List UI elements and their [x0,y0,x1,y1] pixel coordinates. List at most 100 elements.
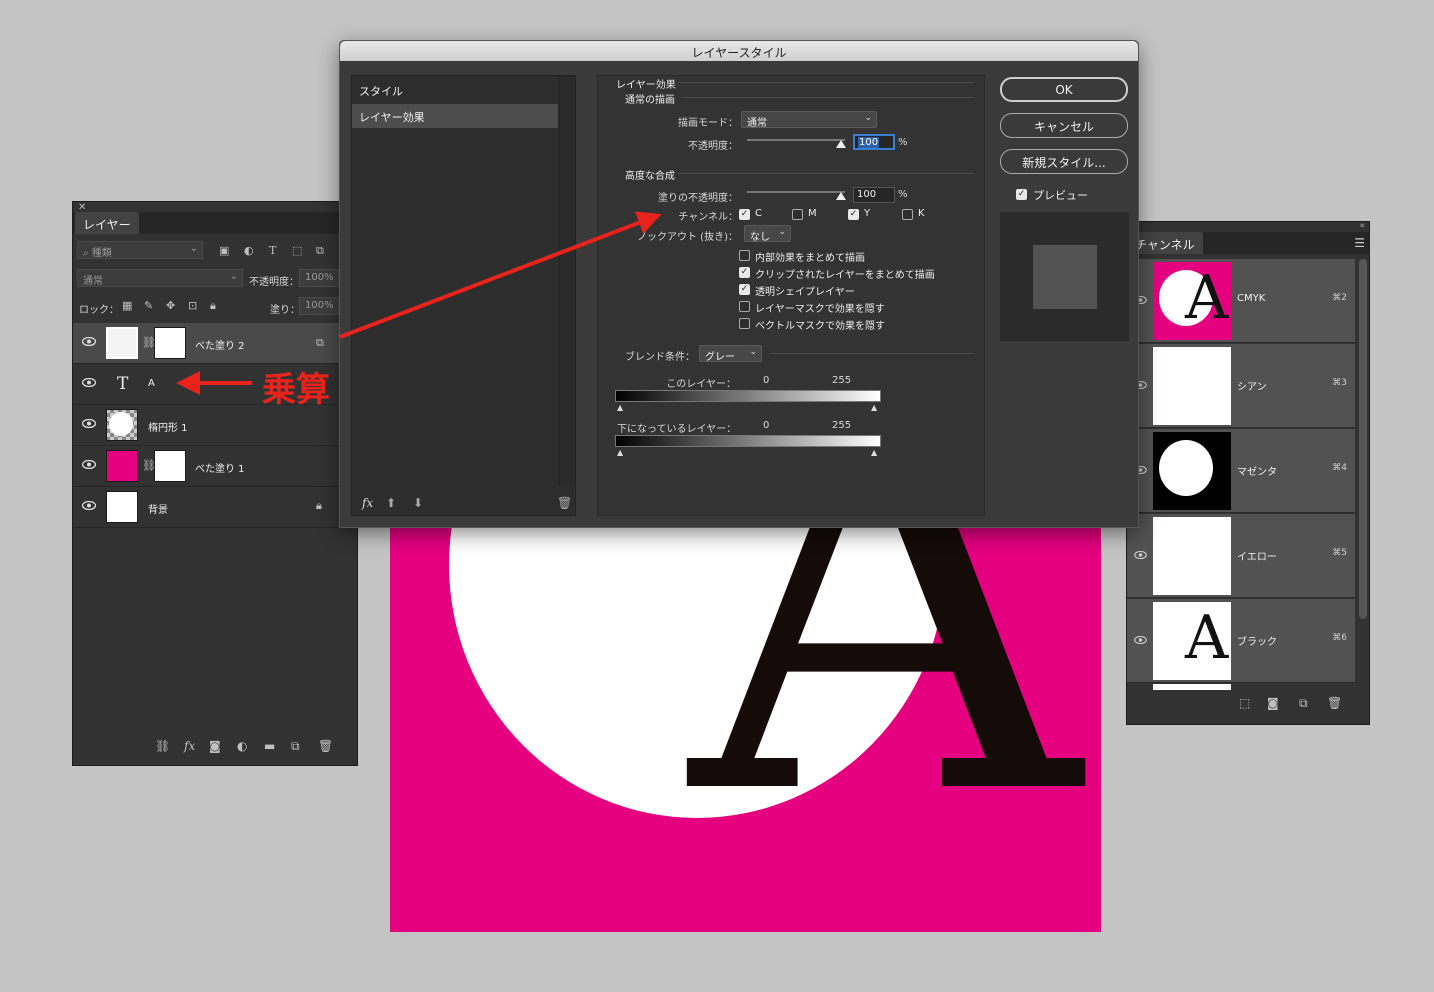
normal-group-title: 通常の描画 [625,95,675,106]
option-checkbox[interactable]: ✓ [739,267,750,278]
trash-icon[interactable]: 🗑︎ [1327,696,1342,710]
eye-icon[interactable] [82,337,96,346]
new-style-button[interactable]: 新規スタイル... [1000,149,1128,174]
layer-row[interactable]: 背景 🔒︎ [73,487,357,528]
background-thumbnail [106,491,138,523]
link-layers-icon[interactable]: ⛓︎ [155,739,170,753]
chevron-down-icon: ⌄ [778,227,786,237]
layer-name[interactable]: べた塗り 1 [195,460,245,475]
option-checkbox[interactable]: ✓ [739,284,750,295]
new-layer-icon[interactable]: ⧉ [291,739,300,754]
channel-k-checkbox[interactable] [902,209,913,220]
opacity-field[interactable]: 100% [299,269,339,287]
channel-row[interactable]: イエロー ⌘5 [1127,514,1355,598]
filter-kind-select[interactable]: ⌕ 種類 ⌄ [77,241,203,259]
trash-icon[interactable]: 🗑︎ [557,496,572,510]
advanced-group-title: 高度な合成 [625,171,675,182]
thumb-letter: A [1185,263,1229,333]
channel-c-checkbox[interactable]: ✓ [739,209,750,220]
blend-mode-select[interactable]: 通常 ⌄ [77,269,243,287]
option-checkbox[interactable] [739,301,750,312]
lock-position-icon[interactable]: ✥ [166,299,175,312]
fill-field[interactable]: 100% [299,297,339,315]
arrow-down-icon[interactable]: ⬇ [413,496,423,510]
trash-icon[interactable]: 🗑︎ [318,739,333,753]
opacity-slider-knob[interactable] [836,140,846,148]
style-list-header[interactable]: スタイル [352,78,558,102]
channel-row[interactable]: A CMYK ⌘2 [1127,259,1355,343]
shape-filter-icon[interactable]: ⬚ [292,244,302,257]
fx-icon[interactable]: fx [362,496,373,510]
canvas-document[interactable]: A [390,505,1101,932]
eye-icon[interactable] [82,460,96,469]
preview-checkbox[interactable]: ✓ [1016,189,1027,200]
opacity-slider[interactable] [747,139,845,141]
blend-if-label: ブレンド条件： [625,352,695,363]
layer-row[interactable]: 楕円形 1 [73,405,357,446]
new-channel-icon[interactable]: ⧉ [1299,696,1308,711]
divider [678,173,974,174]
annotation-label: 乗算 [262,370,330,410]
layer-mask-thumbnail[interactable] [154,450,186,482]
eye-icon[interactable] [1134,551,1147,559]
chevron-down-icon: ⌄ [864,113,872,123]
fx-icon[interactable]: fx [184,739,195,753]
tab-layers[interactable]: レイヤー [75,212,139,234]
smart-object-filter-icon[interactable]: ⧉ [316,244,324,258]
add-mask-icon[interactable]: ◙ [209,739,221,753]
layer-name[interactable]: A [148,378,155,389]
eye-icon[interactable] [82,378,96,387]
fill-opacity-slider[interactable] [747,191,845,193]
fill-opacity-input[interactable]: 100 [853,187,895,203]
percent-label: % [898,137,908,148]
opacity-input[interactable]: 100 [853,134,895,150]
channel-thumbnail: A [1153,262,1231,340]
adjustment-filter-icon[interactable]: ◐ [244,244,254,257]
image-filter-icon[interactable]: ▣ [219,244,229,257]
load-selection-icon[interactable]: ⬚ [1239,696,1250,710]
blend-mode-select[interactable]: 通常 ⌄ [741,111,877,129]
thumb-circle [1159,440,1213,496]
knockout-select[interactable]: なし ⌄ [744,225,791,243]
adjustment-layer-icon[interactable]: ◐ [237,739,247,753]
eye-icon[interactable] [82,501,96,510]
collapse-icon[interactable]: « [1359,221,1365,231]
option-checkbox[interactable] [739,318,750,329]
underlying-black-slider[interactable]: ▲ [617,449,625,457]
lock-all-icon[interactable]: 🔒︎ [210,299,216,313]
channel-y-checkbox[interactable]: ✓ [848,209,859,220]
style-list-scrollbar[interactable] [559,76,575,485]
lock-artboard-icon[interactable]: ⊡ [188,299,197,312]
lock-transparency-icon[interactable]: ▦ [122,299,132,312]
channel-name: シアン [1237,382,1267,393]
scrollbar[interactable] [1359,259,1367,619]
eye-icon[interactable] [82,419,96,428]
channel-row[interactable]: シアン ⌘3 [1127,344,1355,428]
option-checkbox[interactable] [739,250,750,261]
layer-row[interactable]: ⛓︎ べた塗り 1 [73,446,357,487]
this-layer-white-slider[interactable]: ▲ [871,404,879,412]
fill-opacity-slider-knob[interactable] [836,192,846,200]
layer-name[interactable]: 背景 [148,501,168,516]
channel-row[interactable]: A ブラック ⌘6 [1127,599,1355,683]
this-layer-black-slider[interactable]: ▲ [617,404,625,412]
lock-image-icon[interactable]: ✎ [144,299,153,312]
type-filter-icon[interactable]: T [269,244,276,257]
arrow-up-icon[interactable]: ⬆ [386,496,396,510]
eye-icon[interactable] [1134,636,1147,644]
layer-row[interactable]: ⛓︎ べた塗り 2 ⧉ [73,323,357,364]
panel-menu-icon[interactable]: ☰ [1354,236,1365,250]
cancel-button[interactable]: キャンセル [1000,113,1128,138]
layer-name[interactable]: 楕円形 1 [148,419,188,434]
save-selection-icon[interactable]: ◙ [1267,696,1279,710]
folder-icon[interactable]: ▬ [264,739,275,753]
channel-row[interactable]: マゼンタ ⌘4 [1127,429,1355,513]
layer-name[interactable]: べた塗り 2 [195,337,245,352]
channel-m-checkbox[interactable] [792,209,803,220]
layer-mask-thumbnail[interactable] [154,327,186,359]
blend-if-select[interactable]: グレー ⌄ [699,345,762,363]
underlying-white-slider[interactable]: ▲ [871,449,879,457]
ok-button[interactable]: OK [1000,77,1128,102]
style-list-item-layer-effects[interactable]: レイヤー効果 [352,104,558,128]
layers-panel: ✕ レイヤー ⌕ 種類 ⌄ ▣ ◐ T ⬚ ⧉ 通常 ⌄ 不透明度： 100% … [72,201,358,766]
